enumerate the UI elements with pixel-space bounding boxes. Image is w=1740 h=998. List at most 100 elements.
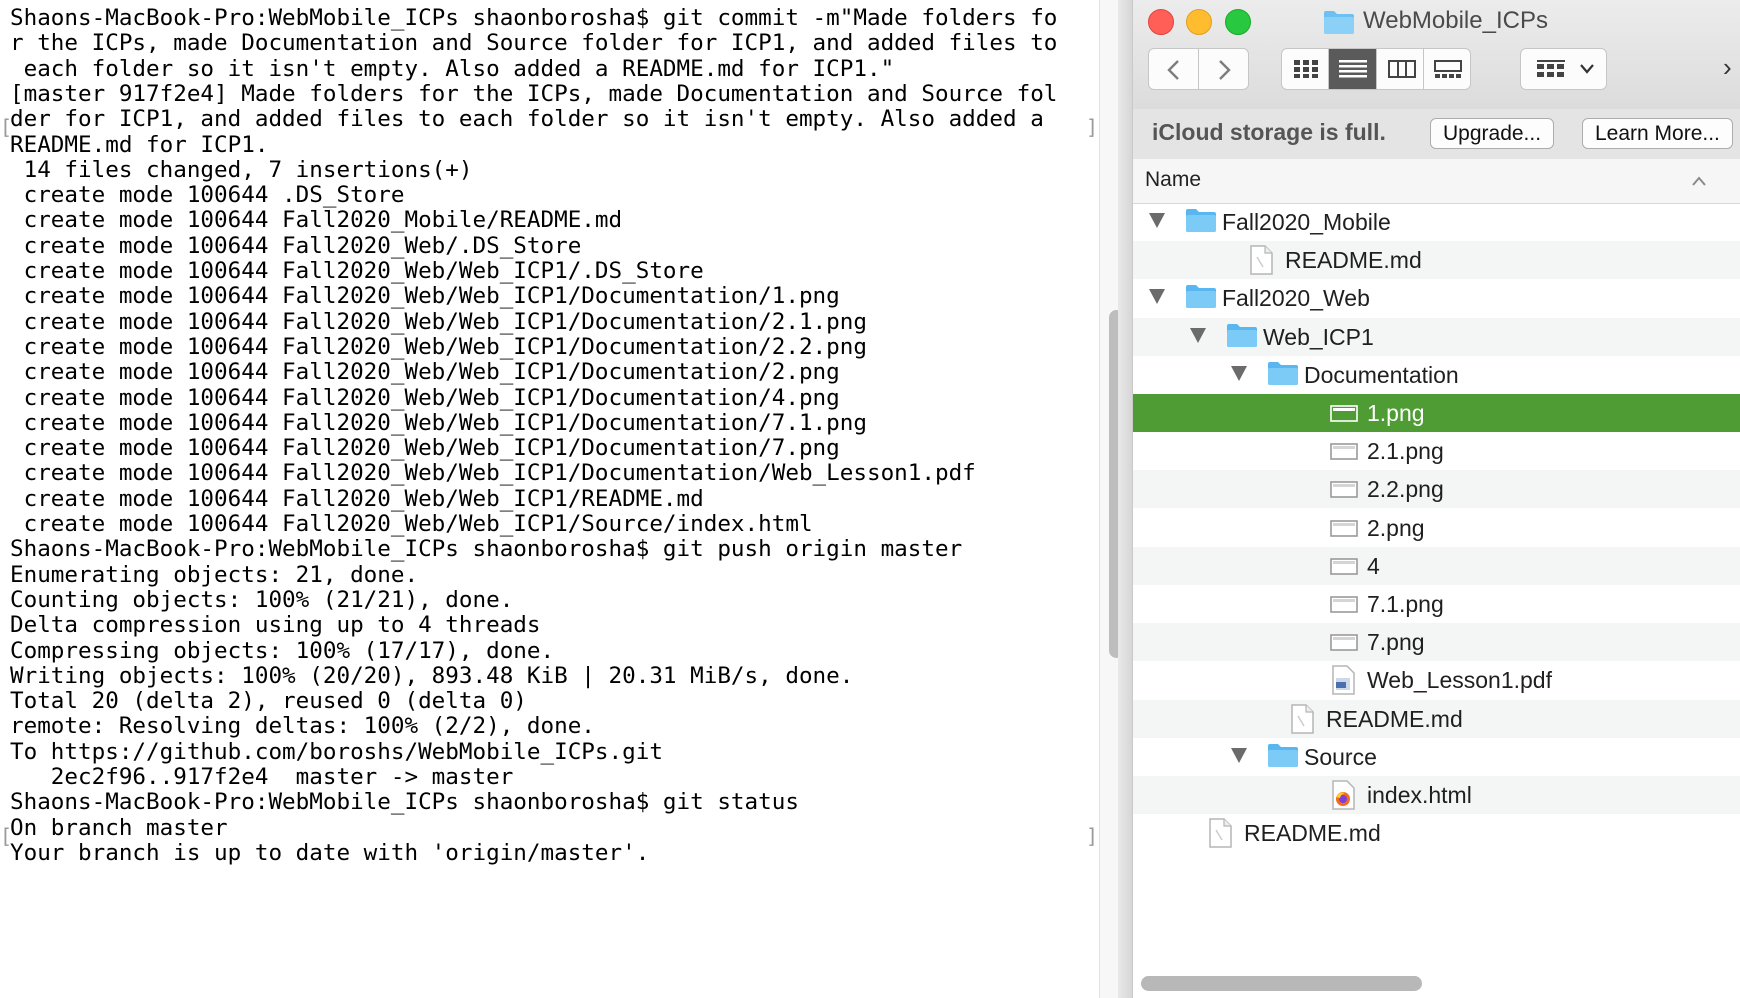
- learn-more-button[interactable]: Learn More...: [1582, 118, 1733, 149]
- group-grid-icon: [1537, 60, 1565, 77]
- item-name: 2.2.png: [1367, 476, 1444, 503]
- gallery-icon: [1433, 60, 1462, 78]
- columns-icon: [1387, 60, 1416, 78]
- more-toolbar-chevron-icon[interactable]: ›: [1723, 52, 1732, 83]
- terminal-line: remote: Resolving deltas: 100% (2/2), do…: [10, 713, 595, 740]
- zoom-window-button[interactable]: [1225, 9, 1251, 35]
- terminal-line: To https://github.com/boroshs/WebMobile_…: [10, 738, 663, 765]
- folder-icon: [1267, 360, 1299, 391]
- item-name: index.html: [1367, 782, 1472, 808]
- icon-view-button[interactable]: [1282, 49, 1330, 89]
- file-row[interactable]: 1.png: [1133, 394, 1740, 432]
- file-row[interactable]: 7.png: [1133, 623, 1740, 662]
- terminal-window[interactable]: Shaons-MacBook-Pro:WebMobile_ICPs shaonb…: [0, 0, 1099, 998]
- document-icon: [1248, 245, 1274, 280]
- terminal-line: create mode 100644 Fall2020_Web/Web_ICP1…: [10, 308, 867, 335]
- disclosure-triangle-icon[interactable]: [1231, 747, 1247, 763]
- terminal-line: create mode 100644 .DS_Store: [10, 182, 405, 209]
- item-name: README.md: [1244, 820, 1381, 847]
- image-file-icon: [1330, 474, 1358, 509]
- terminal-line: create mode 100644 Fall2020_Web/Web_ICP1…: [10, 283, 840, 310]
- icloud-banner: iCloud storage is full. Upgrade... Learn…: [1133, 109, 1740, 160]
- finder-toolbar: WebMobile_ICPs ›: [1133, 0, 1740, 110]
- disclosure-triangle-icon[interactable]: [1190, 327, 1206, 343]
- close-window-button[interactable]: [1148, 9, 1174, 35]
- folder-row[interactable]: Fall2020_Web: [1133, 279, 1740, 317]
- file-row[interactable]: Web_Lesson1.pdf: [1133, 661, 1740, 699]
- terminal-line: Total 20 (delta 2), reused 0 (delta 0): [10, 688, 527, 715]
- folder-row[interactable]: Source: [1133, 738, 1740, 776]
- group-by-button[interactable]: [1520, 48, 1607, 90]
- wrap-bracket-right: ]: [1086, 824, 1099, 848]
- forward-button[interactable]: [1198, 48, 1249, 90]
- folder-icon: [1185, 283, 1217, 314]
- item-name: Web_ICP1: [1263, 323, 1374, 350]
- terminal-line: Writing objects: 100% (20/20), 893.48 Ki…: [10, 662, 854, 689]
- folder-icon: [1185, 207, 1217, 238]
- file-row[interactable]: README.md: [1133, 814, 1740, 852]
- item-name: Fall2020_Mobile: [1222, 209, 1391, 235]
- terminal-line: On branch master: [10, 814, 228, 841]
- sort-chevron-up-icon[interactable]: [1691, 175, 1707, 187]
- list-icon: [1339, 60, 1368, 78]
- terminal-line: Compressing objects: 100% (17/17), done.: [10, 637, 555, 664]
- terminal-line: create mode 100644 Fall2020_Web/Web_ICP1…: [10, 333, 867, 360]
- image-file-icon: [1330, 551, 1358, 586]
- terminal-line: create mode 100644 Fall2020_Web/Web_ICP1…: [10, 511, 813, 537]
- column-view-button[interactable]: [1377, 49, 1424, 89]
- terminal-line: Enumerating objects: 21, done.: [10, 561, 419, 588]
- item-name: 1.png: [1367, 400, 1425, 426]
- disclosure-triangle-icon[interactable]: [1231, 365, 1247, 381]
- terminal-line: Delta compression using up to 4 threads: [10, 612, 541, 639]
- file-row[interactable]: 2.2.png: [1133, 470, 1740, 509]
- terminal-line: create mode 100644 Fall2020_Web/Web_ICP1…: [10, 435, 840, 462]
- file-row[interactable]: 2.1.png: [1133, 432, 1740, 470]
- back-button[interactable]: [1148, 48, 1199, 90]
- file-row[interactable]: index.html: [1133, 776, 1740, 814]
- item-name: Source: [1304, 743, 1377, 770]
- item-name: 2.1.png: [1367, 438, 1444, 465]
- file-row[interactable]: 4: [1133, 546, 1740, 586]
- terminal-line: der for ICP1, and added files to each fo…: [10, 106, 1044, 133]
- terminal-line: create mode 100644 Fall2020_Web/Web_ICP1…: [10, 409, 867, 436]
- folder-row[interactable]: Fall2020_Mobile: [1133, 203, 1740, 241]
- finder-window[interactable]: WebMobile_ICPs › iCloud storage is full.…: [1132, 0, 1740, 998]
- view-mode-selector[interactable]: [1281, 48, 1471, 90]
- item-name: Fall2020_Web: [1222, 285, 1370, 312]
- terminal-line: create mode 100644 Fall2020_Mobile/READM…: [10, 207, 623, 234]
- upgrade-button[interactable]: Upgrade...: [1430, 118, 1555, 149]
- folder-row[interactable]: Web_ICP1: [1133, 317, 1740, 356]
- terminal-line: Shaons-MacBook-Pro:WebMobile_ICPs shaonb…: [10, 536, 963, 563]
- wrap-bracket-left: [: [0, 824, 13, 848]
- terminal-line: Counting objects: 100% (21/21), done.: [10, 586, 514, 613]
- file-row[interactable]: 7.1.png: [1133, 585, 1740, 623]
- horizontal-scroll-thumb[interactable]: [1141, 976, 1422, 991]
- folder-row[interactable]: Documentation: [1133, 356, 1740, 394]
- disclosure-triangle-icon[interactable]: [1149, 213, 1165, 228]
- terminal-line: r the ICPs, made Documentation and Sourc…: [10, 30, 1058, 57]
- terminal-line: create mode 100644 Fall2020_Web/Web_ICP1…: [10, 460, 976, 487]
- window-edge: [1118, 0, 1132, 998]
- list-view-button[interactable]: [1329, 49, 1377, 89]
- minimize-window-button[interactable]: [1186, 9, 1212, 35]
- terminal-line: create mode 100644 Fall2020_Web/.DS_Stor…: [10, 232, 582, 259]
- name-column-header[interactable]: Name: [1133, 159, 1740, 204]
- terminal-line: Shaons-MacBook-Pro:WebMobile_ICPs shaonb…: [10, 5, 1058, 31]
- file-row[interactable]: 2.png: [1133, 509, 1740, 547]
- terminal-line: Shaons-MacBook-Pro:WebMobile_ICPs shaonb…: [10, 789, 799, 816]
- image-file-icon: [1330, 398, 1358, 433]
- folder-icon: [1267, 742, 1299, 773]
- file-row[interactable]: README.md: [1133, 241, 1740, 280]
- item-name: Documentation: [1304, 361, 1459, 388]
- wrap-bracket-left: [: [0, 115, 13, 139]
- grid-icon: [1294, 60, 1318, 78]
- gallery-view-button[interactable]: [1424, 49, 1470, 89]
- terminal-line: create mode 100644 Fall2020_Web/Web_ICP1…: [10, 359, 840, 386]
- item-name: 2.png: [1367, 514, 1425, 541]
- file-row[interactable]: README.md: [1133, 699, 1740, 738]
- column-name-label: Name: [1145, 168, 1202, 191]
- disclosure-triangle-icon[interactable]: [1149, 289, 1165, 305]
- chevron-right-icon: [1219, 60, 1231, 80]
- terminal-line: each folder so it isn't empty. Also adde…: [10, 55, 895, 82]
- wrap-bracket-right: ]: [1086, 115, 1099, 139]
